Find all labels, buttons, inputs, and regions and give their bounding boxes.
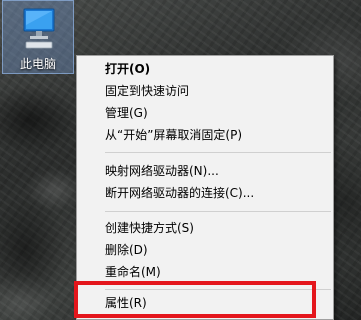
- properties-highlight-box: [74, 281, 316, 318]
- menu-item-open[interactable]: 打开(O): [77, 58, 333, 80]
- this-pc-label: 此电脑: [19, 57, 56, 71]
- menu-item-create-shortcut[interactable]: 创建快捷方式(S): [77, 217, 333, 239]
- menu-item-unpin-start[interactable]: 从“开始”屏幕取消固定(P): [77, 124, 333, 146]
- menu-separator: [105, 211, 331, 212]
- this-pc-icon: [23, 8, 55, 49]
- this-pc-desktop-icon[interactable]: 此电脑: [2, 0, 74, 74]
- menu-item-delete[interactable]: 删除(D): [77, 239, 333, 261]
- menu-item-rename[interactable]: 重命名(M): [77, 261, 333, 283]
- menu-item-pin-quick-access[interactable]: 固定到快速访问: [77, 80, 333, 102]
- menu-item-map-network-drive[interactable]: 映射网络驱动器(N)...: [77, 160, 333, 182]
- menu-item-disconnect-network-drive[interactable]: 断开网络驱动器的连接(C)...: [77, 182, 333, 204]
- menu-separator: [105, 152, 331, 153]
- menu-item-manage[interactable]: 管理(G): [77, 102, 333, 124]
